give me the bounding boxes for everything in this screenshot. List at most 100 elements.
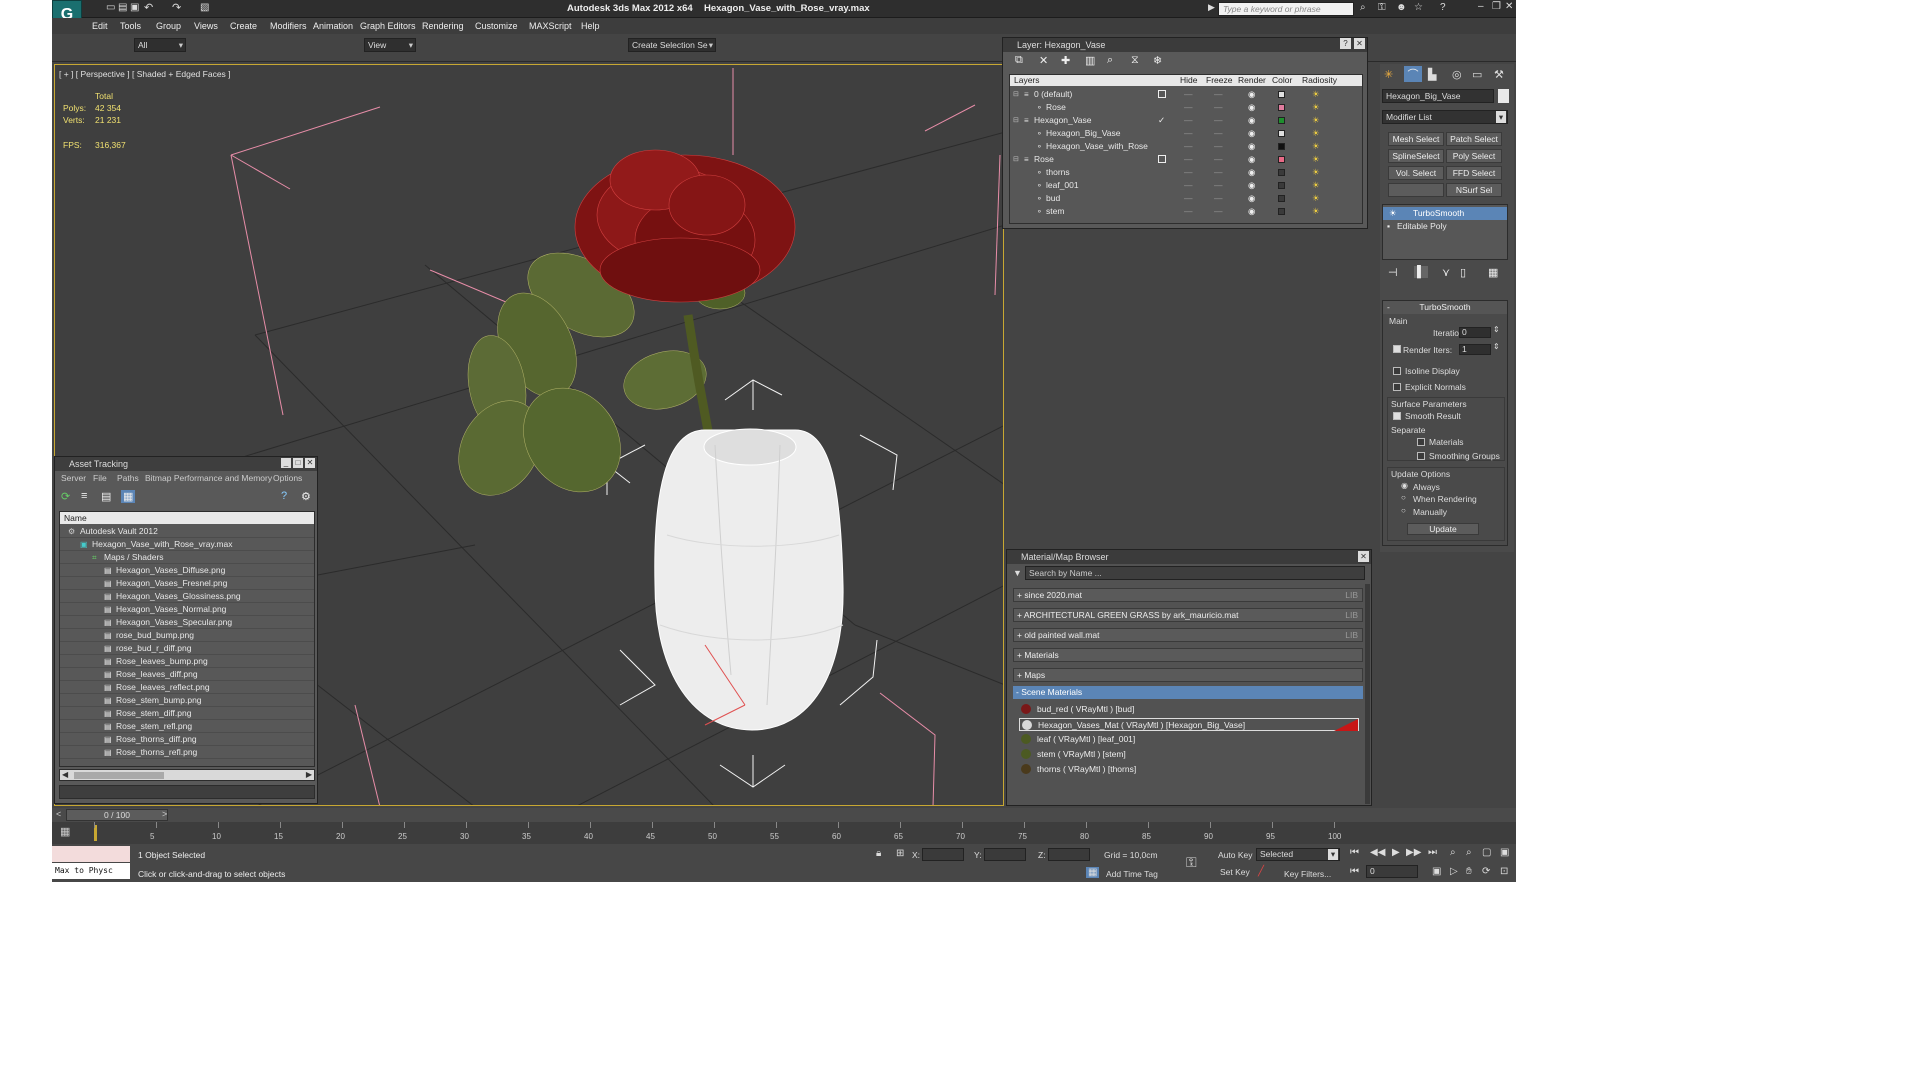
redo-icon[interactable]: ↷ [172,1,181,14]
menu-tools[interactable]: Tools [120,21,141,31]
stack-item-editable-poly[interactable]: ▪ Editable Poly [1383,220,1507,233]
when-rendering-radio[interactable]: ○ [1401,493,1406,502]
hide-toggle-icon[interactable]: — [1184,205,1193,218]
column-header-layers[interactable]: Layers [1014,75,1040,86]
help-icon[interactable]: ? [1340,38,1351,49]
select-in-layer-icon[interactable]: ▥ [1085,54,1095,67]
close-window-icon[interactable]: ✕ [1505,1,1513,12]
hide-toggle-icon[interactable]: — [1184,192,1193,205]
track-bar[interactable]: ▦ 5 10 15 20 25 30 35 40 45 50 55 60 65 70 75 80 85 90 95 1… [52,822,1516,844]
modifier-button[interactable]: FFD Select [1446,166,1502,180]
material-search-input[interactable]: Search by Name ... [1025,566,1365,580]
layer-row[interactable]: ⚬ Hexagon_Vase_with_Rose — — ◉ ☀ [1010,140,1362,153]
hide-toggle-icon[interactable]: — [1184,140,1193,153]
asset-row[interactable]: ▤ Rose_stem_bump.png [60,694,314,707]
radiosity-icon[interactable]: ☀ [1312,127,1320,140]
search-arrow-icon[interactable]: ▶ [1208,2,1215,13]
smooth-result-checkbox[interactable] [1393,412,1401,420]
update-button[interactable]: Update [1407,523,1479,535]
menu-group[interactable]: Group [156,21,181,31]
collapse-icon[interactable]: ⊟ [1013,153,1019,166]
horizontal-scrollbar[interactable]: ◀ ▶ [59,769,315,781]
layer-row[interactable]: ⚬ stem — — ◉ ☀ [1010,205,1362,218]
scene-materials-header[interactable]: - Scene Materials [1013,686,1363,699]
time-slider-next-icon[interactable]: > [162,809,167,819]
hierarchy-tab-icon[interactable]: ▙ [1428,68,1436,81]
modifier-button[interactable] [1388,183,1444,197]
list-view-icon[interactable]: ≡ [81,490,87,502]
layer-color-swatch[interactable] [1278,182,1285,189]
collapse-box-icon[interactable]: ▪ [1387,220,1390,233]
reference-coordinate-dropdown[interactable]: View ▾ [364,38,416,52]
manually-radio[interactable]: ○ [1401,506,1406,515]
binoculars-icon[interactable]: ⌕ [1360,2,1366,13]
name-column-header[interactable]: Name [60,512,314,524]
set-key-icon[interactable]: ⚿ [1186,854,1197,871]
z-coordinate-field[interactable] [1048,848,1090,861]
menu-edit[interactable]: Edit [92,21,108,31]
asset-row[interactable]: ▣ Hexagon_Vase_with_Rose_vray.max [60,538,314,551]
project-folder-icon[interactable]: ▧ [200,2,209,13]
collapse-icon[interactable]: ⊟ [1013,114,1019,127]
create-layer-icon[interactable]: ⧉ [1015,54,1023,67]
menu-modifiers[interactable]: Modifiers [270,21,307,31]
remove-modifier-icon[interactable]: ▯ [1460,266,1466,279]
render-toggle-icon[interactable]: ◉ [1248,127,1255,140]
current-layer-box-icon[interactable] [1158,155,1166,163]
help-icon[interactable]: ? [281,490,287,502]
menu-graph-editors[interactable]: Graph Editors [360,21,416,31]
menu-create[interactable]: Create [230,21,257,31]
asset-row[interactable]: ⚙ Autodesk Vault 2012 [60,525,314,538]
material-library-group[interactable]: + old painted wall.mat LIB [1013,628,1363,642]
asset-path-field[interactable] [59,785,315,799]
hide-toggle-icon[interactable]: — [1184,179,1193,192]
layer-row[interactable]: ⚬ leaf_001 — — ◉ ☀ [1010,179,1362,192]
scene-material-item[interactable]: leaf ( VRayMtl ) [leaf_001] [1019,733,1359,746]
auto-key-button[interactable]: Auto Key [1218,850,1253,860]
show-end-result-icon[interactable]: ▌ [1414,266,1428,278]
asset-row[interactable]: ▤ Hexagon_Vases_Diffuse.png [60,564,314,577]
layer-row[interactable]: ⚬ bud — — ◉ ☀ [1010,192,1362,205]
material-library-group[interactable]: + Maps [1013,668,1363,682]
asset-row[interactable]: ▤ rose_bud_r_diff.png [60,642,314,655]
quick-access-new-icon[interactable]: ▭ [106,2,115,13]
zoom-extents-icon[interactable]: ▢ [1482,847,1491,858]
settings-icon[interactable]: ⚙ [301,490,311,503]
iterations-spinner-arrows-icon[interactable]: ⇕ [1493,325,1500,334]
current-layer-box-icon[interactable] [1158,90,1166,98]
radiosity-icon[interactable]: ☀ [1312,205,1320,218]
scene-material-item[interactable]: bud_red ( VRayMtl ) [bud] [1019,703,1359,716]
menu-customize[interactable]: Customize [475,21,518,31]
radiosity-icon[interactable]: ☀ [1312,140,1320,153]
selection-lock-icon[interactable]: 🔒︎ [876,848,881,859]
menu-help[interactable]: Help [581,21,600,31]
scroll-right-icon[interactable]: ▶ [306,770,312,779]
layer-color-swatch[interactable] [1278,130,1285,137]
current-frame-field[interactable]: 0 [1366,865,1418,878]
asset-menu-paths[interactable]: Paths [117,473,139,483]
layer-color-swatch[interactable] [1278,117,1285,124]
render-toggle-icon[interactable]: ◉ [1248,140,1255,153]
zoom-icon[interactable]: ⌕ [1450,847,1456,858]
previous-frame-icon[interactable]: ◀◀ [1370,847,1385,858]
freeze-all-icon[interactable]: ❄ [1153,54,1162,67]
asset-row[interactable]: ▤ rose_bud_bump.png [60,629,314,642]
add-to-layer-icon[interactable]: ✚ [1061,54,1070,67]
scene-material-item[interactable]: thorns ( VRayMtl ) [thorns] [1019,763,1359,776]
materials-checkbox[interactable] [1417,438,1425,446]
layer-color-swatch[interactable] [1278,195,1285,202]
configure-sets-icon[interactable]: ▦ [1488,266,1498,279]
hide-toggle-icon[interactable]: — [1184,166,1193,179]
material-library-group[interactable]: + Materials [1013,648,1363,662]
layer-color-swatch[interactable] [1278,143,1285,150]
radiosity-icon[interactable]: ☀ [1312,88,1320,101]
asset-menu-bitmap-performance-and-memory[interactable]: Bitmap Performance and Memory [145,473,272,483]
key-icon[interactable]: ⚿ [1378,2,1386,13]
freeze-toggle-icon[interactable]: — [1214,179,1223,192]
hide-toggle-icon[interactable]: — [1184,88,1193,101]
person-icon[interactable]: ☻ [1396,2,1407,13]
x-coordinate-field[interactable] [922,848,964,861]
menu-rendering[interactable]: Rendering [422,21,464,31]
collapse-icon[interactable]: ⊟ [1013,88,1019,101]
time-configuration-icon[interactable]: ▣ [1432,866,1441,877]
